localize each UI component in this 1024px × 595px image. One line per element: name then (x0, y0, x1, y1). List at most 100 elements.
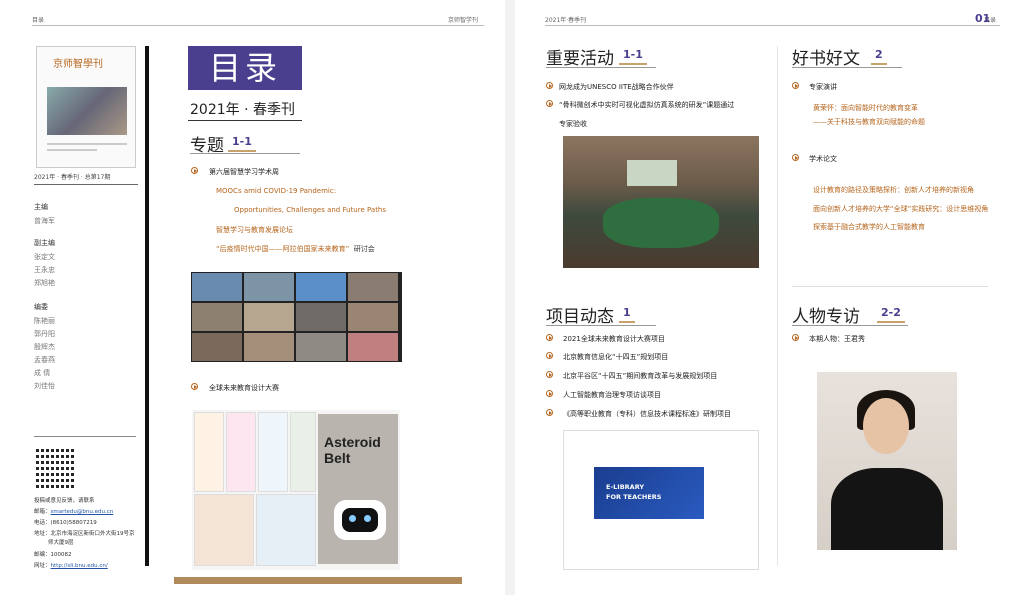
staff-name: 刘佳怡 (34, 382, 55, 390)
books-paper-item[interactable]: 面向创新人才培养的大学“全球”实践研究：设计思维视角 (813, 204, 988, 214)
banner-line2: FOR TEACHERS (606, 493, 662, 501)
project-item[interactable]: 人工智能教育治理专项访谈项目 (563, 390, 661, 400)
books-talk-item[interactable]: 黄荣怀：面向智能时代的教育变革 (813, 103, 918, 113)
staff-name: 孟春燕 (34, 356, 55, 364)
collage-card (226, 412, 256, 492)
left-header-journal: 京师智学刊 (447, 17, 478, 24)
toc-item-smart-learning-week[interactable]: 第六届智慧学习学术周 (209, 167, 279, 177)
event-item-continued: 专家验收 (559, 120, 587, 128)
books-subsection-talks: 专家演讲 (809, 83, 837, 91)
zoom-tile (192, 273, 242, 301)
staff-name: 郭丹阳 (34, 330, 55, 338)
zoom-meeting-photo (191, 272, 402, 362)
issue-line: 2021年 · 春季刊 · 总第17期 (34, 172, 138, 185)
toc-title: 目录 (188, 46, 302, 90)
left-header-label: 目录 (32, 17, 45, 24)
bullet-icon (546, 82, 553, 89)
toc-subitem[interactable]: 智慧学习与教育发展论坛 (216, 225, 293, 235)
section-page-projects: 1 (619, 306, 635, 323)
left-header: 目录 京师智学刊 (32, 12, 484, 26)
bullet-icon (546, 100, 553, 107)
staff-name: 成 倩 (34, 369, 51, 377)
contact-divider (34, 436, 136, 437)
zoom-tile (348, 333, 398, 361)
zoom-tile (296, 333, 346, 361)
cover-thumbnail[interactable]: 京师智學刊 (36, 46, 136, 168)
section-underline (792, 67, 902, 68)
staff-name: 郑旭艳 (34, 279, 55, 287)
collage-card (290, 412, 316, 492)
event-item[interactable]: “骨科微创术中实时可视化虚拟仿真系统的研发”课题通过 (559, 100, 734, 110)
event-item[interactable]: 网龙成为UNESCO IITE战略合作伙伴 (559, 82, 674, 92)
section-page-people: 2-2 (877, 306, 905, 323)
section-title-events: 重要活动 (546, 49, 614, 69)
qr-code-icon[interactable] (36, 448, 76, 488)
contact-site-link[interactable]: http://sli.bnu.edu.cn/ (51, 563, 108, 569)
zoom-tile (192, 333, 242, 361)
section-underline (190, 153, 300, 154)
robot-face (342, 508, 378, 532)
bullet-icon (792, 154, 799, 161)
contest-collage-photo: Asteroid Belt (192, 410, 400, 570)
section-underline (546, 67, 656, 68)
contact-site-row: 网址：http://sli.bnu.edu.cn/ (34, 561, 108, 569)
robot-icon (334, 500, 386, 540)
elibrary-banner: E-LIBRARY FOR TEACHERS (594, 467, 704, 519)
project-item[interactable]: 《高等职业教育（专科）信息技术课程标准》研制项目 (563, 409, 731, 419)
column-divider (777, 46, 778, 566)
edition-label: 2021年 · 春季刊 (190, 102, 295, 118)
cover-divider (47, 143, 127, 145)
bullet-icon (546, 334, 553, 341)
bullet-icon (546, 409, 553, 416)
section-divider (792, 286, 988, 287)
contact-zip-row: 邮编：100082 (34, 550, 72, 558)
vertical-accent-bar (145, 46, 149, 566)
collage-card (256, 494, 316, 566)
robot-eye (364, 515, 371, 522)
interviewee-portrait (817, 372, 957, 550)
contact-address-line2: 师大厦9层 (48, 540, 74, 546)
books-paper-item[interactable]: 探索基于融合式教学的人工智能教育 (813, 222, 925, 232)
cover-divider (47, 149, 97, 151)
section-page-books: 2 (871, 48, 887, 65)
section-title-people: 人物专访 (792, 307, 860, 327)
right-header: 2021年·春季刊 目录 (545, 12, 1000, 26)
project-item[interactable]: 北京平谷区“十四五”期间教育改革与发展规划项目 (563, 371, 717, 381)
contact-address-label: 地址： (34, 531, 51, 537)
staff-name: 殷辉杰 (34, 343, 55, 351)
portrait-body (831, 468, 943, 550)
staff-name: 王永忠 (34, 266, 55, 274)
bullet-icon (191, 167, 198, 174)
toc-item-design-contest[interactable]: 全球未来教育设计大赛 (209, 383, 279, 393)
toc-subitem[interactable]: “后疫情时代中国——阿拉伯国家未来教育” 研讨会 (216, 244, 375, 254)
zoom-tile (348, 273, 398, 301)
section-page-events: 1-1 (619, 48, 647, 65)
meeting-screen (627, 160, 677, 186)
project-item[interactable]: 北京教育信息化“十四五”规划项目 (563, 352, 668, 362)
contact-zip: 100082 (50, 552, 72, 558)
toc-subitem[interactable]: MOOCs amid COVID-19 Pandemic: (216, 187, 336, 195)
zoom-tile (296, 303, 346, 331)
contact-email-link[interactable]: smartedu@bnu.edu.cn (51, 509, 114, 515)
project-item[interactable]: 2021全球未来教育设计大赛项目 (563, 334, 665, 344)
role-deputy-editor: 副主编 (34, 239, 55, 247)
bullet-icon (792, 334, 799, 341)
section-title-books: 好书好文 (792, 49, 860, 69)
collage-card (194, 412, 224, 492)
meeting-table (603, 198, 719, 248)
contact-heading: 投稿或意见反馈，请联系 (34, 498, 95, 504)
section-underline (546, 325, 656, 326)
toc-subitem[interactable]: Opportunities, Challenges and Future Pat… (234, 206, 386, 214)
people-item[interactable]: 本期人物：王君秀 (809, 334, 865, 344)
zoom-tile (244, 273, 294, 301)
zoom-tile (244, 333, 294, 361)
bullet-icon (546, 390, 553, 397)
page-gutter (505, 0, 515, 595)
books-talk-item[interactable]: ——关于科技与教育双向赋能的命题 (813, 117, 925, 127)
role-editorial-board: 编委 (34, 303, 48, 311)
zoom-tile (348, 303, 398, 331)
zoom-tile (296, 273, 346, 301)
books-paper-item[interactable]: 设计教育的路径及策略探析：创新人才培养的新视角 (813, 185, 974, 195)
toc-subitem-title: “后疫情时代中国——阿拉伯国家未来教育” (216, 245, 350, 253)
contact-phone-label: 电话： (34, 520, 51, 526)
